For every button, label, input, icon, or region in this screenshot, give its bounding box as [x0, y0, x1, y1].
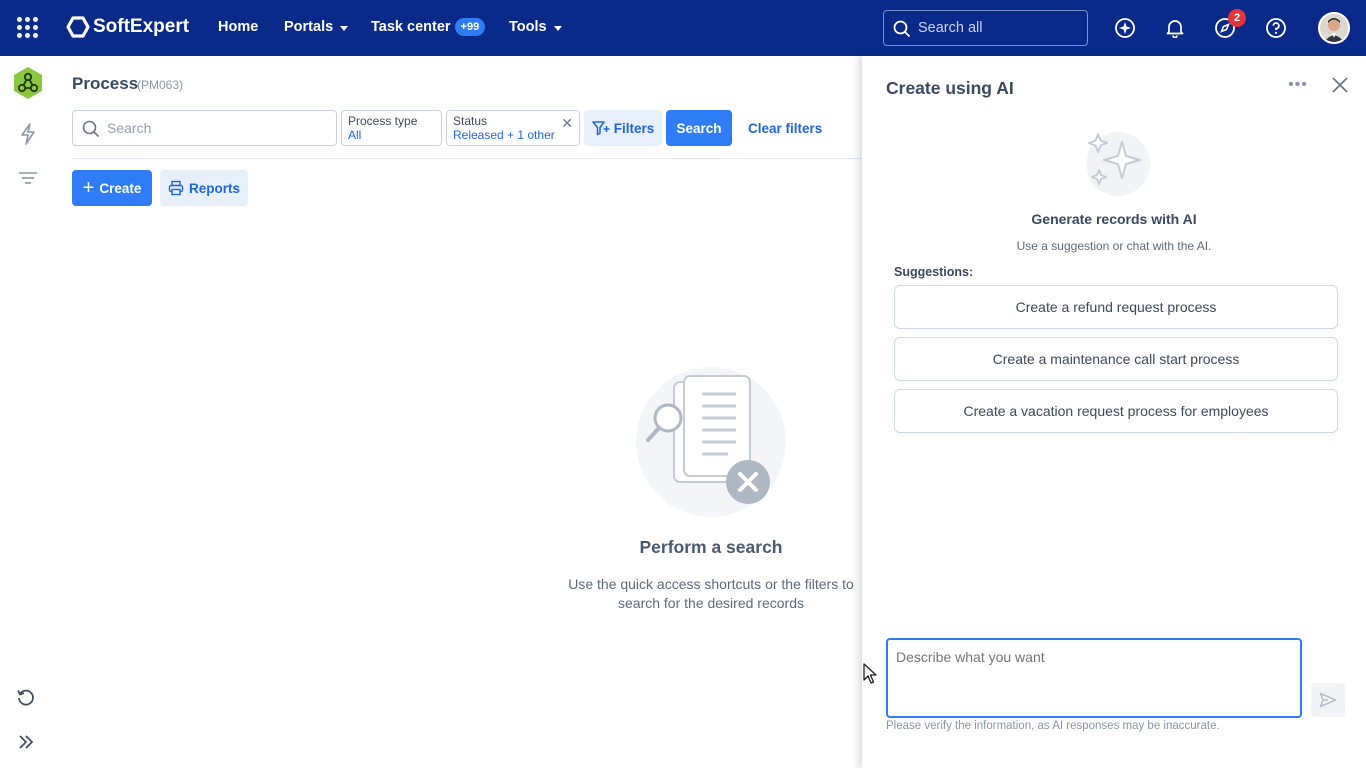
- clear-filter-icon[interactable]: ✕: [561, 116, 573, 130]
- more-options-icon[interactable]: •••: [1287, 74, 1309, 96]
- panel-title: Create using AI: [886, 78, 1014, 98]
- process-module-icon[interactable]: [11, 66, 45, 100]
- filters-button-label: Filters: [613, 120, 655, 136]
- empty-search-illustration-icon: [636, 367, 786, 517]
- global-search-input[interactable]: Search all: [883, 10, 1088, 46]
- chevron-down-icon: [553, 25, 562, 31]
- create-using-ai-panel: Create using AI ••• Generate records wit…: [862, 56, 1366, 768]
- create-button[interactable]: + Create: [72, 170, 152, 206]
- nav-portals-label: Portals: [284, 19, 334, 35]
- expand-icon[interactable]: [9, 725, 43, 759]
- help-icon[interactable]: [1265, 17, 1287, 39]
- filter-value: All: [348, 128, 362, 142]
- nav-tools[interactable]: Tools: [509, 19, 562, 35]
- filter-process-type[interactable]: Process type All: [341, 110, 442, 146]
- reports-button[interactable]: Reports: [160, 170, 248, 206]
- filter-lines-icon[interactable]: [11, 161, 45, 195]
- nav-task-center-label: Task center: [371, 19, 451, 35]
- empty-state-text: Use the quick access shortcuts or the fi…: [568, 576, 854, 611]
- nav-portals[interactable]: Portals: [284, 19, 349, 35]
- nav-home-label: Home: [218, 19, 259, 35]
- nav-tools-label: Tools: [509, 19, 547, 35]
- left-rail: [0, 56, 56, 768]
- global-search-placeholder: Search all: [918, 20, 983, 36]
- notification-count-badge: 2: [1228, 9, 1246, 27]
- filter-label: Process type: [348, 114, 418, 128]
- printer-icon: [168, 180, 184, 196]
- reports-button-label: Reports: [188, 180, 240, 196]
- page-title: Process: [72, 74, 139, 93]
- ai-sparkle-icon[interactable]: [1114, 17, 1136, 39]
- ai-subheading: Use a suggestion or chat with the AI.: [1016, 239, 1212, 253]
- task-count-badge: +99: [454, 18, 486, 36]
- send-icon: [1319, 692, 1337, 708]
- divider: [72, 158, 862, 159]
- lightning-icon[interactable]: [11, 117, 45, 151]
- user-avatar[interactable]: [1318, 12, 1350, 44]
- search-input[interactable]: Search: [72, 110, 337, 146]
- close-icon[interactable]: [1329, 74, 1351, 96]
- apps-grid-icon[interactable]: [17, 17, 39, 39]
- filter-label: Status: [453, 114, 488, 128]
- mouse-cursor-icon: [863, 663, 877, 684]
- ai-disclaimer: Please verify the information, as AI res…: [886, 720, 1220, 732]
- ai-heading: Generate records with AI: [1031, 211, 1197, 227]
- brand-logo[interactable]: SoftExpert: [66, 16, 189, 38]
- create-button-label: Create: [99, 180, 142, 196]
- search-icon: [82, 120, 100, 138]
- page-code: (PM063): [137, 78, 184, 92]
- clear-filters-link[interactable]: Clear filters: [748, 121, 822, 136]
- bell-icon[interactable]: [1164, 17, 1186, 39]
- search-icon: [893, 20, 911, 38]
- search-button[interactable]: Search: [666, 110, 732, 146]
- ai-prompt-input[interactable]: [886, 638, 1302, 718]
- suggestion-button[interactable]: Create a vacation request process for em…: [894, 389, 1338, 433]
- filter-plus-icon: [591, 121, 610, 136]
- send-button[interactable]: [1311, 683, 1345, 717]
- top-navigation-bar: SoftExpert Home Portals Task center +99 T…: [0, 0, 1366, 56]
- filter-status[interactable]: Status Released + 1 other ✕: [446, 110, 580, 146]
- chevron-down-icon: [340, 25, 349, 31]
- nav-home[interactable]: Home: [218, 19, 258, 35]
- empty-state-title: Perform a search: [639, 537, 783, 557]
- plus-icon: +: [82, 177, 95, 199]
- suggestion-button[interactable]: Create a maintenance call start process: [894, 337, 1338, 381]
- sparkles-illustration-icon: [1086, 132, 1150, 196]
- brand-name: SoftExpert: [93, 16, 190, 37]
- suggestion-button[interactable]: Create a refund request process: [894, 285, 1338, 329]
- history-icon[interactable]: [9, 681, 43, 715]
- filter-value: Released + 1 other: [453, 128, 555, 142]
- softexpert-logo-icon: [66, 16, 90, 38]
- filters-button[interactable]: Filters: [584, 110, 662, 146]
- nav-task-center[interactable]: Task center +99: [371, 18, 486, 36]
- suggestions-label: Suggestions:: [894, 265, 974, 279]
- search-placeholder: Search: [107, 120, 152, 136]
